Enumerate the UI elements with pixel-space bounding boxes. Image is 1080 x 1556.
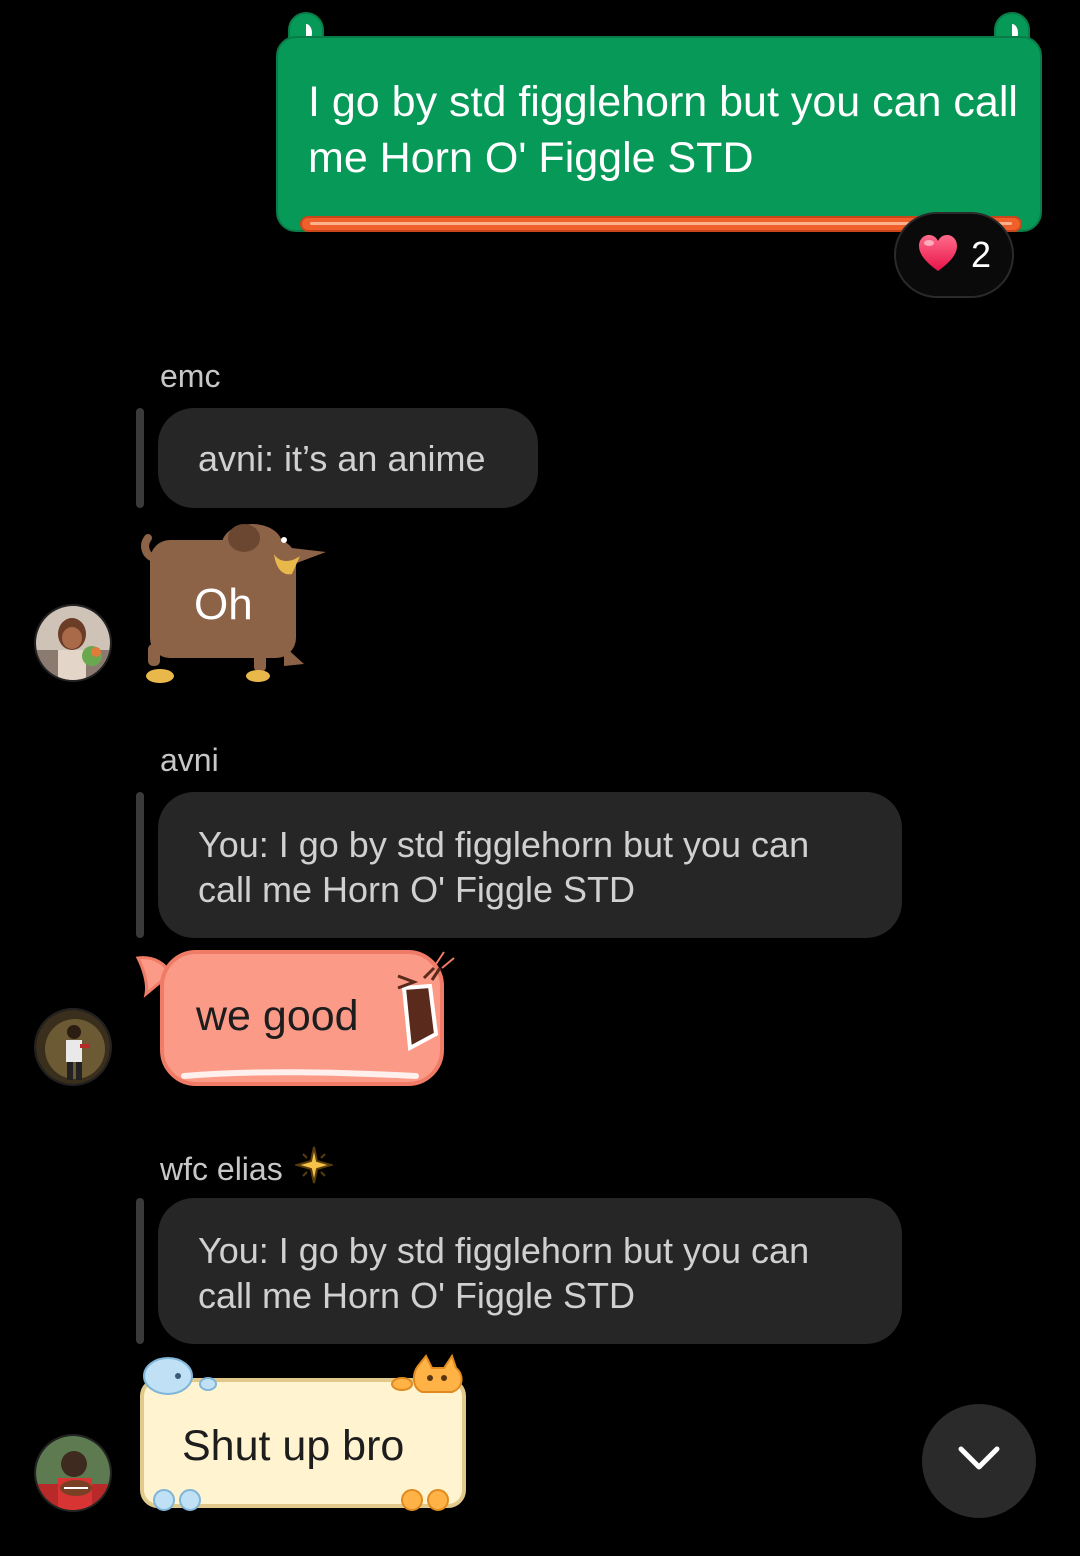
reaction-pill[interactable]: 2 (894, 212, 1014, 298)
chevron-down-icon (957, 1445, 1001, 1478)
sticker-reply-text: Shut up bro (182, 1422, 405, 1470)
sent-message-text: I go by std figglehorn but you can call … (308, 78, 1018, 182)
sender-name: avni (160, 742, 219, 778)
reply-quote-text: You: I go by std figglehorn but you can … (198, 1230, 810, 1316)
sticker-reply-bubble[interactable]: Shut up bro (134, 1353, 470, 1516)
avatar[interactable] (34, 604, 112, 682)
sticker-reply-bubble[interactable]: we good (135, 948, 460, 1092)
sender-name: wfc elias (160, 1150, 283, 1187)
reply-quote[interactable]: You: I go by std figglehorn but you can … (158, 1198, 902, 1344)
sticker-reply-bubble[interactable]: Oh (134, 518, 330, 684)
reply-quote-text: You: I go by std figglehorn but you can … (198, 824, 810, 910)
reply-quote[interactable]: You: I go by std figglehorn but you can … (158, 792, 902, 938)
reply-quote-bar (136, 1198, 144, 1344)
heart-icon (917, 233, 959, 278)
reply-quote-text: avni: it’s an anime (198, 437, 486, 479)
sparkle-icon (293, 1146, 335, 1192)
scroll-to-bottom-button[interactable] (922, 1404, 1036, 1518)
sender-row: wfc elias (160, 1146, 335, 1192)
reply-quote-bar (136, 792, 144, 938)
sticker-reply-text: we good (196, 992, 359, 1040)
sent-message[interactable]: I go by std figglehorn but you can call … (272, 12, 1048, 244)
sender-name: emc (160, 358, 221, 394)
avatar[interactable] (34, 1008, 112, 1086)
avatar[interactable] (34, 1434, 112, 1512)
reaction-count: 2 (970, 234, 992, 275)
reply-quote[interactable]: avni: it’s an anime (158, 408, 538, 508)
reply-quote-bar (136, 408, 144, 508)
sticker-reply-text: Oh (194, 580, 253, 629)
